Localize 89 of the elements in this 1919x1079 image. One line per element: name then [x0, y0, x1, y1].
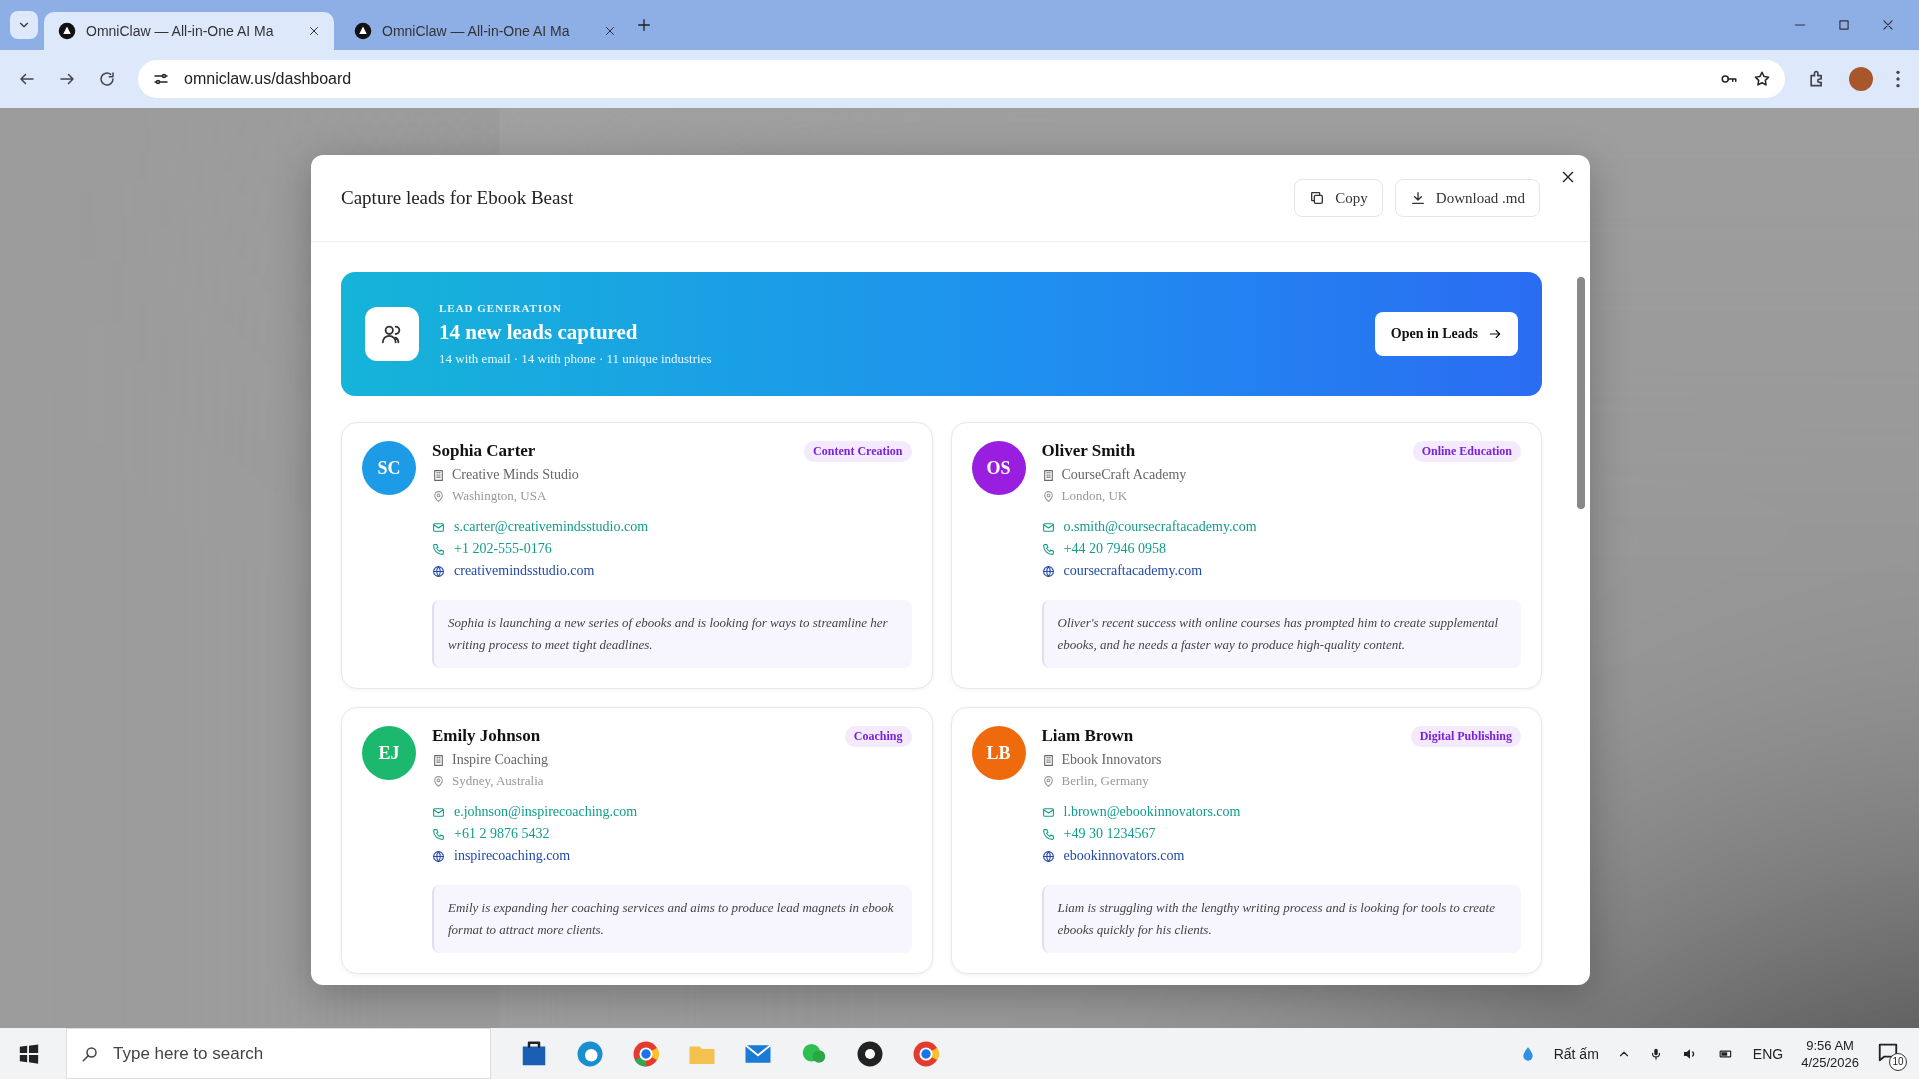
location-pin-icon: [1041, 774, 1055, 788]
arrow-right-icon: [1488, 327, 1502, 341]
email-link[interactable]: e.johnson@inspirecoaching.com: [454, 804, 638, 821]
download-icon: [1409, 190, 1426, 206]
location-text: Sydney, Australia: [452, 773, 544, 790]
clock[interactable]: 9:56 AM 4/25/2026: [1801, 1037, 1859, 1070]
location-text: Washington, USA: [452, 488, 547, 504]
browser-tab[interactable]: OmniClaw — All-in-One AI Ma: [340, 12, 630, 50]
location-text: Berlin, Germany: [1061, 773, 1149, 790]
email-link[interactable]: s.carter@creativemindsstudio.com: [454, 519, 649, 535]
industry-tag: Coaching: [844, 726, 912, 748]
weather-text[interactable]: Rất ấm: [1553, 1045, 1599, 1062]
clock-time: 9:56 AM: [1806, 1037, 1854, 1053]
location-pin-icon: [1041, 489, 1055, 503]
logo-icon: [58, 22, 76, 40]
lead-name: Emily Johnson: [432, 726, 541, 747]
users-icon: [365, 307, 419, 361]
close-icon[interactable]: [308, 25, 320, 37]
company-name: CourseCraft Academy: [1061, 467, 1187, 483]
avatar: EJ: [362, 726, 416, 781]
globe-icon: [432, 564, 445, 578]
lead-name: Oliver Smith: [1041, 441, 1136, 461]
close-icon[interactable]: [1560, 169, 1576, 185]
notification-count: 10: [1889, 1052, 1907, 1071]
globe-icon: [1041, 849, 1055, 863]
copy-icon: [1309, 190, 1326, 206]
mail-icon: [1041, 520, 1055, 534]
lead-note: Emily is expanding her coaching services and aims to produce lead magnets in ebook format to attract more clients.: [432, 885, 912, 954]
avatar: OS: [971, 441, 1026, 495]
location-pin-icon: [432, 489, 445, 503]
taskbar-search-field[interactable]: Type here to search: [66, 1028, 491, 1079]
star-icon[interactable]: [1753, 70, 1771, 88]
mail-icon: [1041, 805, 1055, 819]
phone-icon: [432, 542, 445, 556]
building-icon: [1041, 753, 1055, 767]
open-in-leads-button[interactable]: Open in Leads: [1374, 312, 1518, 356]
mail-icon: [432, 805, 445, 819]
plus-icon[interactable]: [636, 17, 652, 33]
banner-eyebrow: LEAD GENERATION: [439, 301, 563, 314]
logo-icon: [354, 22, 372, 40]
lead-name: Sophia Carter: [432, 441, 536, 461]
website-link[interactable]: coursecraftacademy.com: [1063, 563, 1203, 579]
website-link[interactable]: creativemindsstudio.com: [454, 563, 595, 579]
avatar: SC: [362, 441, 416, 495]
email-link[interactable]: l.brown@ebookinnovators.com: [1063, 804, 1241, 821]
banner-headline: 14 new leads captured: [439, 319, 639, 345]
website-link[interactable]: ebookinnovators.com: [1063, 848, 1185, 865]
website-link[interactable]: inspirecoaching.com: [454, 848, 571, 865]
download-button[interactable]: Download .md: [1394, 179, 1540, 217]
banner-stats: 14 with email · 14 with phone · 11 unique industries: [439, 350, 713, 367]
location-pin-icon: [432, 774, 445, 788]
modal-title: Capture leads for Ebook Beast: [341, 187, 575, 209]
email-link[interactable]: o.smith@coursecraftacademy.com: [1063, 519, 1257, 535]
search-icon: [81, 1044, 99, 1063]
profile-avatar[interactable]: [1849, 67, 1873, 91]
phone-icon: [1041, 827, 1055, 841]
phone-link[interactable]: +44 20 7946 0958: [1063, 541, 1166, 557]
phone-icon: [1041, 542, 1055, 556]
reload-icon[interactable]: [98, 70, 116, 88]
lead-note: Oliver's recent success with online courses has prompted him to create supplemental ebooks, and he needs a faster way to produce high-quality content.: [1041, 600, 1521, 669]
phone-link[interactable]: +61 2 9876 5432: [454, 826, 550, 843]
location-text: London, UK: [1061, 488, 1128, 504]
phone-icon: [432, 827, 445, 841]
maximize-icon[interactable]: [1837, 18, 1851, 32]
company-name: Creative Minds Studio: [452, 467, 579, 483]
language-indicator[interactable]: ENG: [1752, 1045, 1784, 1062]
windows-start-icon[interactable]: [18, 1042, 40, 1065]
industry-tag: Content Creation: [804, 441, 912, 462]
more-icon[interactable]: [1895, 69, 1901, 89]
company-name: Ebook Innovators: [1061, 752, 1162, 769]
lead-name: Liam Brown: [1041, 726, 1134, 747]
building-icon: [432, 753, 445, 767]
browser-tab[interactable]: OmniClaw — All-in-One AI Ma: [44, 12, 334, 50]
globe-icon: [432, 849, 445, 863]
lead-note: Sophia is launching a new series of ebooks and is looking for ways to streamline her writing process to meet tight deadlines.: [432, 600, 912, 669]
address-bar[interactable]: omniclaw.us/dashboard: [138, 60, 1785, 98]
avatar: LB: [971, 726, 1026, 781]
building-icon: [1041, 468, 1055, 482]
copy-button[interactable]: Copy: [1294, 179, 1383, 217]
building-icon: [432, 468, 445, 482]
clock-date: 4/25/2026: [1801, 1054, 1859, 1070]
industry-tag: Online Education: [1412, 441, 1521, 462]
globe-icon: [1041, 564, 1055, 578]
close-icon[interactable]: [604, 25, 616, 37]
industry-tag: Digital Publishing: [1410, 726, 1521, 748]
mail-icon: [432, 520, 445, 534]
lead-note: Liam is struggling with the lengthy writing process and is looking for tools to create ebooks quickly for his clients.: [1041, 885, 1521, 954]
phone-link[interactable]: +1 202-555-0176: [454, 541, 552, 557]
company-name: Inspire Coaching: [452, 752, 549, 769]
